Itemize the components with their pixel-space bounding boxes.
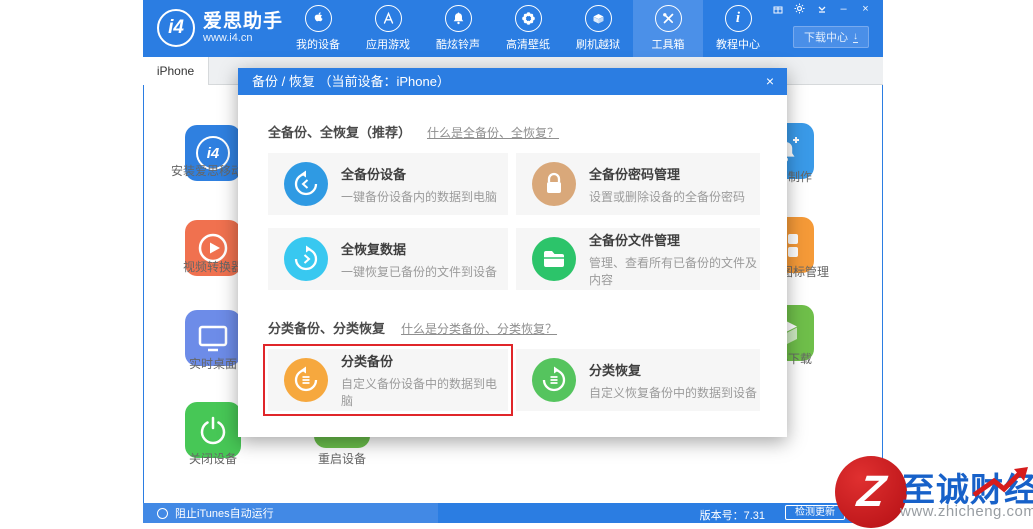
folder-icon: [532, 237, 576, 281]
modal-close-icon[interactable]: ×: [753, 68, 787, 95]
card-title: 全备份文件管理: [589, 233, 681, 248]
card-desc: 管理、查看所有已备份的文件及内容: [589, 256, 758, 287]
download-center-button[interactable]: 下载中心 ↓: [793, 26, 869, 48]
z-glyph: Z: [854, 467, 888, 516]
main-nav: 我的设备 应用游戏 酷炫铃声 高清壁纸 刷机越狱 工具箱 i 教程中心: [283, 0, 773, 57]
nav-jailbreak[interactable]: 刷机越狱: [563, 0, 633, 57]
nav-label: 酷炫铃声: [436, 39, 480, 51]
download-arrow-icon: ↓: [853, 30, 858, 43]
tools-icon: [654, 5, 682, 32]
card-desc: 设置或删除设备的全备份密码: [589, 189, 746, 204]
what-is-category-backup-link[interactable]: 什么是分类备份、分类恢复？: [401, 320, 557, 337]
card-backup-file-manager[interactable]: 全备份文件管理 管理、查看所有已备份的文件及内容: [516, 228, 760, 290]
apple-icon: [304, 5, 332, 32]
card-title: 分类备份: [341, 354, 394, 369]
nav-ringtones[interactable]: 酷炫铃声: [423, 0, 493, 57]
i4-logo-icon: i4: [157, 9, 195, 47]
block-itunes-label: 阻止iTunes自动运行: [175, 508, 274, 520]
card-category-restore[interactable]: 分类恢复 自定义恢复备份中的数据到设备: [516, 349, 760, 411]
nav-label: 工具箱: [651, 39, 685, 51]
backup-restore-modal: 备份 / 恢复 （当前设备：iPhone） × 全备份、全恢复（推荐） 什么是全…: [238, 68, 787, 437]
bell-icon: [444, 5, 472, 32]
zhicheng-logo-icon: Z: [835, 456, 907, 528]
card-full-backup-device[interactable]: 全备份设备 一键备份设备内的数据到电脑: [268, 153, 508, 215]
card-category-backup[interactable]: 分类备份 自定义备份设备中的数据到电脑: [263, 344, 513, 416]
flower-icon: [514, 5, 542, 32]
card-title: 全恢复数据: [341, 241, 407, 257]
card-title: 全备份设备: [341, 166, 407, 182]
tab-iphone[interactable]: iPhone: [143, 57, 209, 85]
window-controls: – ×: [772, 3, 871, 15]
card-desc: 一键备份设备内的数据到电脑: [341, 189, 498, 204]
what-is-full-backup-link[interactable]: 什么是全备份、全恢复？: [427, 124, 559, 141]
restore-arrow-icon: [284, 237, 328, 281]
jailbreak-box-icon: [584, 5, 612, 32]
nav-label: 应用游戏: [366, 39, 410, 51]
gift-icon[interactable]: [772, 3, 783, 14]
nav-label: 教程中心: [716, 39, 760, 51]
nav-label: 我的设备: [296, 39, 340, 51]
gear-icon[interactable]: [794, 3, 805, 14]
app-logo: i4 爱思助手 www.i4.cn: [157, 9, 283, 47]
tool-label: 实时桌面: [188, 357, 238, 371]
close-icon[interactable]: ×: [860, 3, 871, 15]
screen: i4 爱思助手 www.i4.cn 我的设备 应用游戏 酷炫铃声 高清壁纸 刷机…: [0, 0, 1033, 529]
tool-label: 视频转换器: [182, 260, 244, 274]
section-full-backup-heading: 全备份、全恢复（推荐）: [268, 125, 412, 140]
nav-label: 高清壁纸: [506, 39, 550, 51]
nav-wallpapers[interactable]: 高清壁纸: [493, 0, 563, 57]
app-title: 爱思助手: [203, 10, 284, 32]
app-header: i4 爱思助手 www.i4.cn 我的设备 应用游戏 酷炫铃声 高清壁纸 刷机…: [143, 0, 883, 57]
card-backup-password-manager[interactable]: 全备份密码管理 设置或删除设备的全备份密码: [516, 153, 760, 215]
lock-icon: [532, 162, 576, 206]
list-backup-icon: [284, 358, 328, 402]
appstore-icon: [374, 5, 402, 32]
nav-app-games[interactable]: 应用游戏: [353, 0, 423, 57]
minimize-icon[interactable]: –: [838, 3, 849, 15]
backup-arrow-icon: [284, 162, 328, 206]
nav-label: 刷机越狱: [576, 39, 620, 51]
zhicheng-watermark: Z 至诚财经 www.zhicheng.com: [832, 453, 1033, 529]
tool-label: 关闭设备: [188, 452, 238, 466]
version-label: 版本号：7.31: [699, 510, 765, 522]
trend-arrow-icon: [970, 465, 1030, 499]
card-desc: 自定义恢复备份中的数据到设备: [589, 385, 758, 400]
card-title: 分类恢复: [589, 362, 642, 378]
block-itunes-toggle[interactable]: 阻止iTunes自动运行: [143, 503, 438, 523]
tool-label: 重启设备: [317, 452, 367, 466]
nav-tutorials[interactable]: i 教程中心: [703, 0, 773, 57]
nav-toolbox[interactable]: 工具箱: [633, 0, 703, 57]
status-bar: 阻止iTunes自动运行 版本号：7.31 检测更新: [143, 503, 883, 523]
info-icon: i: [724, 5, 752, 32]
modal-title: 备份 / 恢复 （当前设备：iPhone）: [238, 68, 787, 95]
card-title: 全备份密码管理: [589, 166, 681, 182]
download-center-label: 下载中心: [804, 32, 848, 44]
card-desc: 自定义备份设备中的数据到电脑: [341, 377, 498, 408]
watermark-url: www.zhicheng.com: [900, 503, 1033, 520]
nav-my-device[interactable]: 我的设备: [283, 0, 353, 57]
app-url: www.i4.cn: [203, 32, 253, 45]
list-restore-icon: [532, 358, 576, 402]
power-icon: [197, 414, 229, 446]
skin-icon[interactable]: [816, 3, 827, 14]
card-full-restore-data[interactable]: 全恢复数据 一键恢复已备份的文件到设备: [268, 228, 508, 290]
card-desc: 一键恢复已备份的文件到设备: [341, 264, 498, 279]
section-category-backup-heading: 分类备份、分类恢复: [268, 321, 386, 336]
monitor-icon: [197, 323, 229, 353]
radio-circle-icon: [157, 507, 168, 519]
